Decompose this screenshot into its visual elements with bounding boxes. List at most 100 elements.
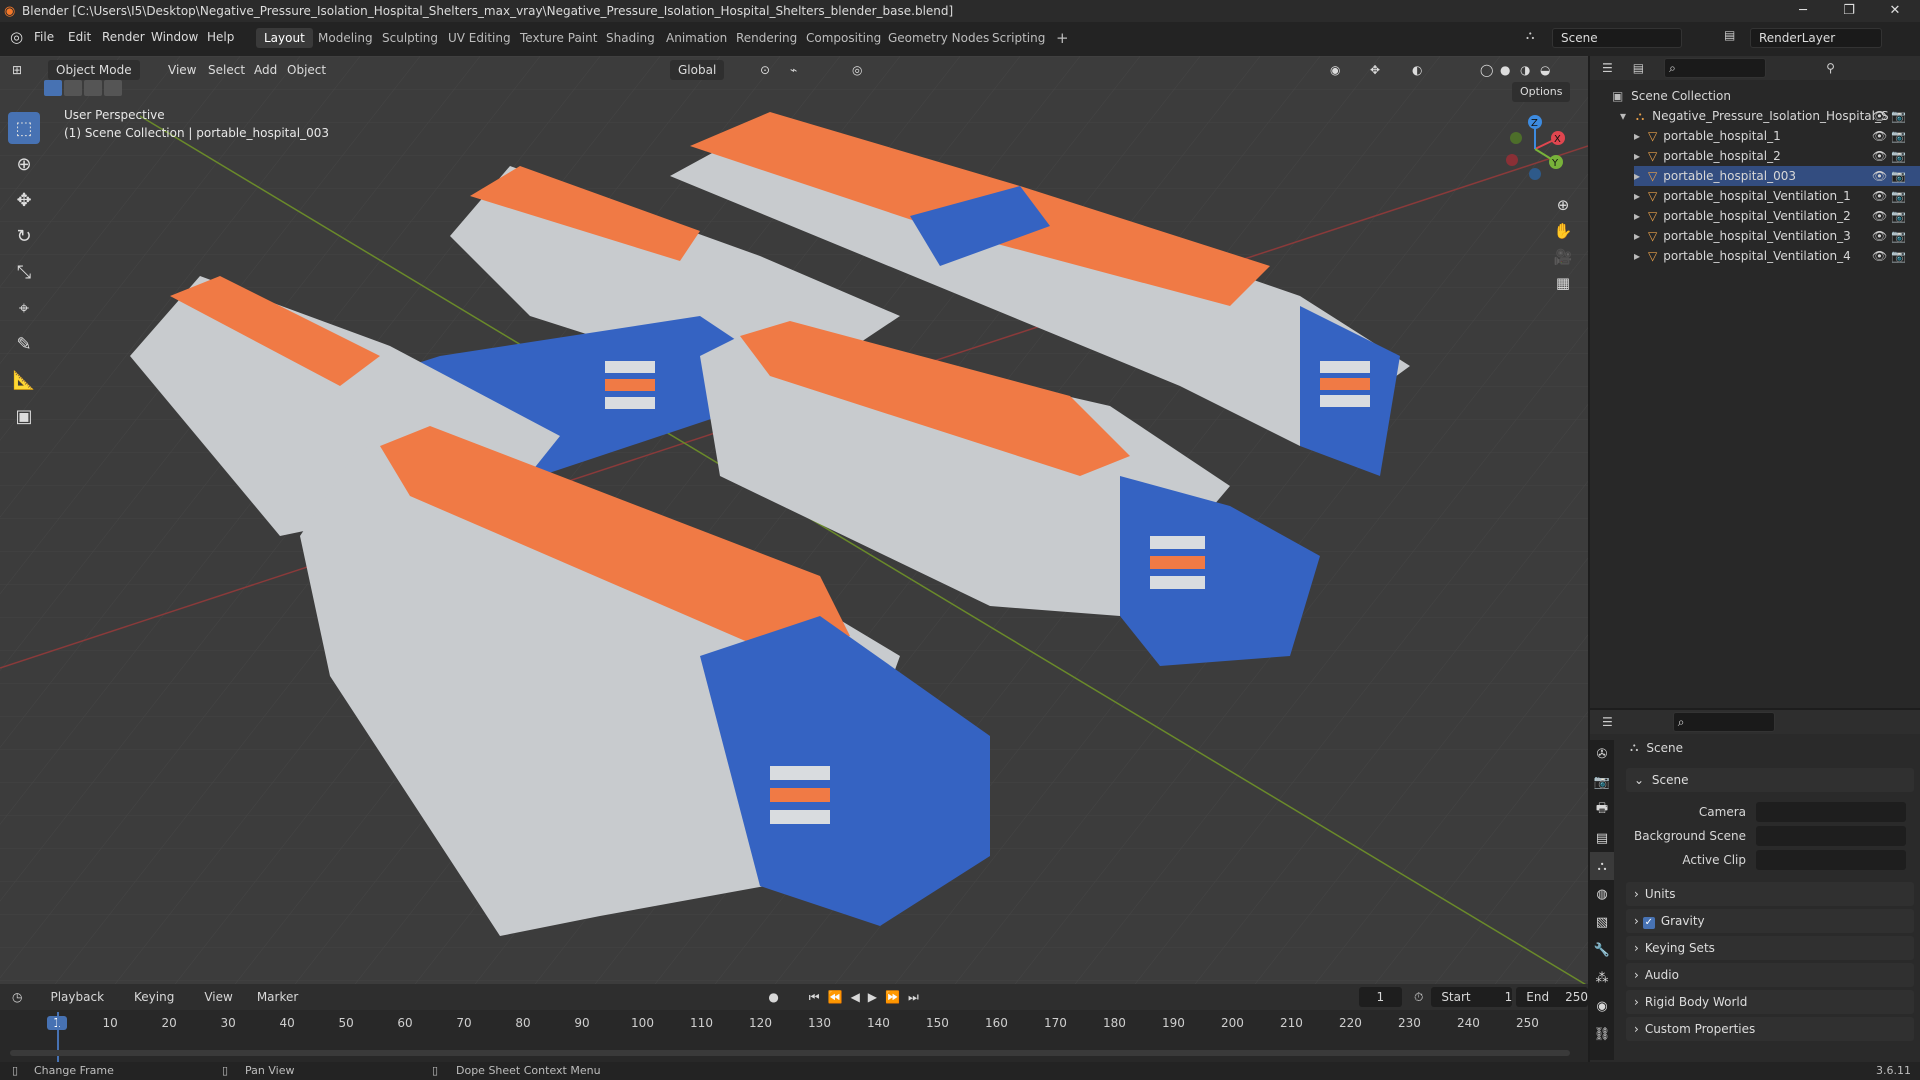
pivot-icon[interactable]: ⊙ xyxy=(760,60,770,80)
pan-hand-icon[interactable]: ✋ xyxy=(1550,218,1576,244)
properties-search-input[interactable]: ⌕ xyxy=(1672,712,1775,732)
visibility-icons[interactable]: 👁 📷 xyxy=(1872,126,1906,146)
constraints-tab-icon[interactable]: ⛓ xyxy=(1590,1020,1614,1048)
perspective-toggle-icon[interactable]: ▦ xyxy=(1550,270,1576,296)
scene-icon[interactable]: ⛬ xyxy=(1526,28,1534,43)
orientation-dropdown[interactable]: Global xyxy=(670,60,725,80)
minimize-button[interactable]: ─ xyxy=(1780,0,1826,22)
tab-shading[interactable]: Shading xyxy=(598,28,663,48)
tab-texture-paint[interactable]: Texture Paint xyxy=(512,28,605,48)
select-invert-icon[interactable] xyxy=(104,80,122,96)
panel-audio[interactable]: › Audio xyxy=(1626,963,1914,987)
expand-right-icon[interactable]: ▸ xyxy=(1634,189,1640,203)
tab-geometry-nodes[interactable]: Geometry Nodes xyxy=(880,28,997,48)
outliner-item[interactable]: ▸ ▽ portable_hospital_Ventilation_2 👁 📷 xyxy=(1634,206,1920,226)
tab-layout[interactable]: Layout xyxy=(256,28,313,48)
shading-solid-icon[interactable]: ● xyxy=(1500,60,1510,80)
snap-icon[interactable]: ⌁ xyxy=(790,60,797,80)
tab-compositing[interactable]: Compositing xyxy=(798,28,889,48)
tab-uv-editing[interactable]: UV Editing xyxy=(440,28,519,48)
menu-add[interactable]: Add xyxy=(254,60,277,80)
expand-down-icon[interactable]: ▾ xyxy=(1620,109,1626,123)
expand-right-icon[interactable]: ▸ xyxy=(1634,229,1640,243)
shading-material-icon[interactable]: ◑ xyxy=(1520,60,1530,80)
filter-icon[interactable]: ⚲ xyxy=(1826,61,1835,75)
particles-tab-icon[interactable]: ⁂ xyxy=(1590,964,1614,992)
menu-render[interactable]: Render xyxy=(102,30,145,44)
mode-dropdown[interactable]: Object Mode xyxy=(48,60,140,80)
menu-select[interactable]: Select xyxy=(208,60,245,80)
render-layer-field[interactable]: RenderLayer xyxy=(1750,28,1882,48)
add-workspace-button[interactable]: + xyxy=(1048,28,1077,48)
expand-right-icon[interactable]: ▸ xyxy=(1634,169,1640,183)
expand-right-icon[interactable]: ▸ xyxy=(1634,129,1640,143)
camera-view-icon[interactable]: 🎥 xyxy=(1550,244,1576,270)
menu-help[interactable]: Help xyxy=(207,30,234,44)
active-clip-field[interactable] xyxy=(1756,850,1906,870)
cursor-tool-icon[interactable]: ⊕ xyxy=(8,148,40,180)
menu-file[interactable]: File xyxy=(34,30,54,44)
overlay-toggle-icon[interactable]: ◐ xyxy=(1412,60,1422,80)
collection-row[interactable]: ▾ ⛬ Negative_Pressure_Isolation_Hospital… xyxy=(1620,106,1920,126)
options-dropdown[interactable]: Options xyxy=(1512,82,1571,102)
tab-sculpting[interactable]: Sculpting xyxy=(374,28,446,48)
menu-window[interactable]: Window xyxy=(151,30,198,44)
expand-right-icon[interactable]: ▸ xyxy=(1634,149,1640,163)
gizmo-toggle-icon[interactable]: ✥ xyxy=(1370,60,1380,80)
panel-keying-sets[interactable]: › Keying Sets xyxy=(1626,936,1914,960)
move-tool-icon[interactable]: ✥ xyxy=(8,184,40,216)
annotate-tool-icon[interactable]: ✎ xyxy=(8,328,40,360)
camera-field[interactable] xyxy=(1756,802,1906,822)
tab-rendering[interactable]: Rendering xyxy=(728,28,805,48)
world-tab-icon[interactable]: ◍ xyxy=(1590,880,1614,908)
transform-tool-icon[interactable]: ⌖ xyxy=(8,292,40,324)
visibility-icons[interactable]: 👁 📷 xyxy=(1872,206,1906,226)
proportional-edit-icon[interactable]: ◎ xyxy=(852,60,862,80)
rotate-tool-icon[interactable]: ↻ xyxy=(8,220,40,252)
visibility-icons[interactable]: 👁 📷 xyxy=(1872,246,1906,266)
panel-units[interactable]: › Units xyxy=(1626,882,1914,906)
visibility-icons[interactable]: 👁 📷 xyxy=(1872,186,1906,206)
scene-panel-header[interactable]: ⌄ Scene xyxy=(1626,768,1914,792)
tab-scripting[interactable]: Scripting xyxy=(984,28,1053,48)
outliner-item[interactable]: ▸ ▽ portable_hospital_003 👁 📷 xyxy=(1634,166,1920,186)
background-scene-field[interactable] xyxy=(1756,826,1906,846)
menu-object[interactable]: Object xyxy=(287,60,326,80)
display-mode-icon[interactable]: ▤ xyxy=(1633,61,1644,75)
panel-custom-properties[interactable]: › Custom Properties xyxy=(1626,1017,1914,1041)
gravity-checkbox[interactable]: ✓ xyxy=(1642,917,1655,929)
select-subtract-icon[interactable] xyxy=(84,80,102,96)
close-button[interactable]: ✕ xyxy=(1872,0,1918,22)
output-tab-icon[interactable]: 🖶 xyxy=(1590,796,1614,824)
frame-ruler[interactable]: 1102030405060708090100110120130140150160… xyxy=(0,984,1588,1044)
tab-animation[interactable]: Animation xyxy=(658,28,735,48)
select-box-tool-icon[interactable]: ⬚ xyxy=(8,112,40,144)
render-tab-icon[interactable]: 📷 xyxy=(1590,768,1614,796)
scene-collection-row[interactable]: ▣ Scene Collection xyxy=(1612,86,1731,106)
object-tab-icon[interactable]: ▧ xyxy=(1590,908,1614,936)
visibility-icon[interactable]: ◉ xyxy=(1330,60,1340,80)
menu-view[interactable]: View xyxy=(168,60,196,80)
tab-modeling[interactable]: Modeling xyxy=(310,28,381,48)
select-extend-icon[interactable] xyxy=(64,80,82,96)
zoom-icon[interactable]: ⊕ xyxy=(1550,192,1576,218)
measure-tool-icon[interactable]: 📐 xyxy=(8,364,40,396)
outliner-item[interactable]: ▸ ▽ portable_hospital_2 👁 📷 xyxy=(1634,146,1920,166)
shading-rendered-icon[interactable]: ◒ xyxy=(1540,60,1550,80)
panel-gravity[interactable]: › ✓ Gravity xyxy=(1626,909,1914,933)
timeline-scrollbar[interactable] xyxy=(10,1050,1570,1056)
render-layer-icon[interactable]: ▤ xyxy=(1724,28,1735,42)
3d-viewport[interactable] xyxy=(0,56,1588,984)
visibility-icons[interactable]: 👁 📷 xyxy=(1872,226,1906,246)
blender-menu-icon[interactable]: ◎ xyxy=(10,28,23,46)
view-layer-tab-icon[interactable]: ▤ xyxy=(1590,824,1614,852)
visibility-icons[interactable]: 👁 📷 xyxy=(1872,106,1906,126)
expand-right-icon[interactable]: ▸ xyxy=(1634,249,1640,263)
panel-rigid-body-world[interactable]: › Rigid Body World xyxy=(1626,990,1914,1014)
add-cube-tool-icon[interactable]: ▣ xyxy=(8,400,40,432)
visibility-icons[interactable]: 👁 📷 xyxy=(1872,146,1906,166)
properties-editor-icon[interactable]: ☰ xyxy=(1602,715,1613,729)
menu-edit[interactable]: Edit xyxy=(68,30,91,44)
editor-type-icon[interactable]: ⊞ xyxy=(12,60,22,80)
outliner-editor-icon[interactable]: ☰ xyxy=(1602,61,1613,75)
